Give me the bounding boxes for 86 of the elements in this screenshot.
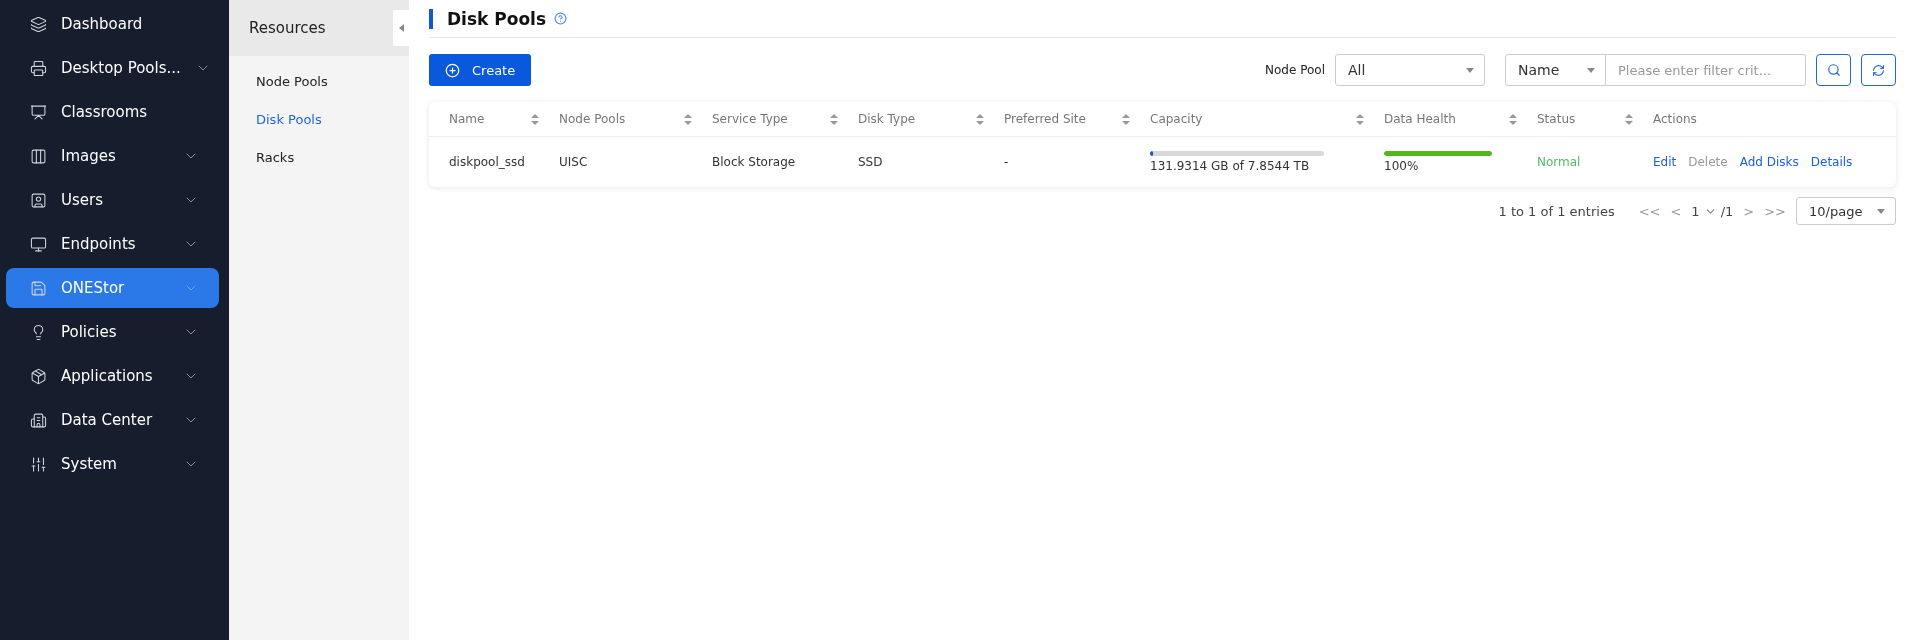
sidebar-item[interactable]: Images — [6, 136, 219, 176]
column-header: Disk Type — [858, 112, 916, 126]
monitor-icon — [30, 235, 47, 253]
refresh-button[interactable] — [1861, 54, 1896, 86]
save-icon — [30, 279, 47, 297]
subnav-item[interactable]: Disk Pools — [229, 100, 409, 138]
table-cell: SSD — [858, 155, 883, 169]
sidebar-item[interactable]: Policies — [6, 312, 219, 352]
sort-icon[interactable] — [531, 113, 539, 125]
sidebar-item-label: System — [61, 455, 118, 473]
page-number[interactable]: 1 — [1691, 203, 1700, 219]
sidebar-item-label: Data Center — [61, 411, 154, 429]
layers-icon — [30, 15, 47, 33]
sidebar-item[interactable]: Data Center — [6, 400, 219, 440]
subnav-item[interactable]: Node Pools — [229, 62, 409, 100]
table-cell: diskpool_ssd — [449, 155, 525, 169]
sidebar-item-label: Desktop Pools... — [61, 59, 181, 77]
box-icon — [30, 367, 47, 385]
building-icon — [30, 411, 47, 429]
capacity-reading: 131.9314 GB of 7.8544 TB — [1150, 159, 1311, 173]
refresh-icon — [1872, 63, 1885, 77]
caret-icon — [1877, 208, 1885, 214]
health-reading: 100% — [1384, 159, 1420, 173]
sidebar-item-label: Dashboard — [61, 15, 144, 33]
caret-icon — [1587, 67, 1595, 73]
page-title: Disk Pools — [447, 8, 547, 29]
column-header: Capacity — [1150, 112, 1203, 126]
sidebar-item[interactable]: Applications — [6, 356, 219, 396]
action-link[interactable]: Details — [1810, 155, 1853, 169]
column-header: Name — [449, 112, 485, 126]
page-size-select[interactable]: 10/page — [1796, 197, 1896, 225]
sort-icon[interactable] — [1509, 113, 1517, 125]
search-button[interactable] — [1816, 54, 1851, 86]
caret-icon — [398, 24, 404, 32]
collapse-handle[interactable] — [393, 10, 409, 46]
table-cell: - — [1004, 155, 1009, 169]
sort-icon[interactable] — [1625, 113, 1633, 125]
column-header: Actions — [1653, 112, 1697, 126]
pagination-summary: 1 to 1 of 1 entries — [1498, 203, 1615, 219]
sidebar-item-label: ONEStor — [61, 279, 126, 297]
node-pool-label: Node Pool — [1265, 63, 1325, 77]
sliders-icon — [30, 455, 47, 473]
action-link[interactable]: Edit — [1653, 155, 1677, 169]
node-pool-select[interactable]: All — [1335, 54, 1485, 86]
column-header: Status — [1537, 112, 1576, 126]
sidebar-item[interactable]: Desktop Pools... — [6, 48, 219, 88]
table-cell: Block Storage — [712, 155, 796, 169]
column-header: Service Type — [712, 112, 788, 126]
sidebar-item[interactable]: ONEStor — [6, 268, 219, 308]
sidebar-item-label: Users — [61, 191, 104, 209]
sort-icon[interactable] — [684, 113, 692, 125]
sidebar-item-label: Policies — [61, 323, 118, 341]
sidebar-item[interactable]: Users — [6, 180, 219, 220]
sort-icon[interactable] — [1122, 113, 1130, 125]
printer-icon — [30, 59, 47, 77]
help-icon[interactable] — [554, 12, 568, 25]
sidebar-item[interactable]: Dashboard — [6, 4, 219, 44]
page-total: /1 — [1720, 203, 1734, 219]
action-link[interactable]: Add Disks — [1739, 155, 1799, 169]
sidebar-item-label: Applications — [61, 367, 154, 385]
sidebar-item[interactable]: Endpoints — [6, 224, 219, 264]
column-header: Node Pools — [559, 112, 626, 126]
columns-icon — [30, 147, 47, 165]
caret-icon — [1466, 67, 1474, 73]
subnav-item[interactable]: Racks — [229, 138, 409, 176]
table-cell: UISC — [559, 155, 588, 169]
sidebar-item-label: Images — [61, 147, 117, 165]
create-button[interactable]: Create — [429, 54, 532, 86]
title-accent-bar — [429, 8, 433, 29]
board-icon — [30, 103, 47, 121]
sidebar-item-label: Endpoints — [61, 235, 137, 253]
sidebar-item-label: Classrooms — [61, 103, 149, 121]
sort-icon[interactable] — [830, 113, 838, 125]
column-header: Data Health — [1384, 112, 1456, 126]
column-header: Preferred Site — [1004, 112, 1086, 126]
sort-icon[interactable] — [976, 113, 984, 125]
sort-icon[interactable] — [1356, 113, 1364, 125]
sidebar-item[interactable]: System — [6, 444, 219, 484]
filter-input[interactable]: Please enter filter crit... — [1606, 54, 1806, 86]
subnav-title: Resources — [229, 0, 409, 56]
status-text: Normal — [1537, 155, 1581, 169]
sidebar-item[interactable]: Classrooms — [6, 92, 219, 132]
filter-field-select[interactable]: Name — [1505, 54, 1606, 86]
plus-icon — [445, 62, 460, 78]
user-icon — [30, 191, 47, 209]
search-icon — [1826, 63, 1841, 77]
